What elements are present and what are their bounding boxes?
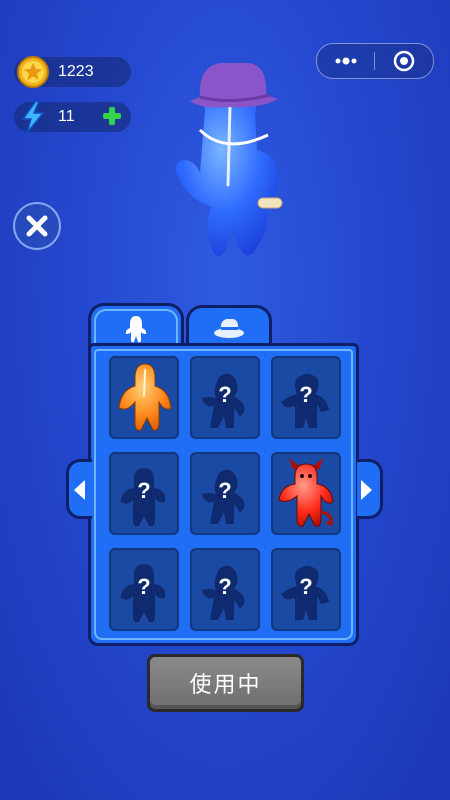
character-slot[interactable]: ? [271, 548, 341, 631]
plus-icon[interactable] [99, 103, 125, 129]
arrow-right-icon [361, 480, 372, 500]
character-slot[interactable]: ? [271, 356, 341, 439]
more-dots-icon[interactable] [331, 44, 361, 78]
use-button-label: 使用中 [189, 673, 262, 698]
use-button[interactable]: 使用中 [147, 654, 304, 712]
character-slot[interactable]: ? [109, 452, 179, 535]
lightning-icon [21, 100, 45, 134]
energy-counter: 11 [14, 100, 131, 134]
orange-character-icon [118, 363, 172, 431]
capsule-divider [374, 52, 375, 70]
next-page-button[interactable] [357, 459, 383, 519]
character-icon [125, 316, 147, 343]
character-slot[interactable]: ? [190, 548, 260, 631]
target-circle-icon[interactable] [389, 44, 419, 78]
locked-label: ? [299, 574, 313, 599]
character-slot[interactable]: ? [190, 356, 260, 439]
locked-label: ? [218, 478, 232, 503]
character-slot[interactable] [271, 452, 341, 535]
locked-label: ? [137, 574, 151, 599]
hat-icon [214, 319, 244, 338]
energy-value: 11 [58, 108, 75, 125]
locked-label: ? [299, 382, 313, 407]
character-slot[interactable] [109, 356, 179, 439]
coins-value: 1223 [58, 63, 94, 80]
character-slot[interactable]: ? [109, 548, 179, 631]
star-coin-icon [17, 56, 49, 88]
arrow-left-icon [74, 480, 85, 500]
locked-label: ? [137, 478, 151, 503]
locked-label: ? [218, 382, 232, 407]
window-capsule [316, 43, 434, 79]
close-x-icon [26, 215, 48, 237]
coins-counter: 1223 [14, 56, 131, 88]
locked-label: ? [218, 574, 232, 599]
prev-page-button[interactable] [66, 459, 92, 519]
close-button[interactable] [13, 202, 61, 250]
red-devil-character-icon [278, 458, 334, 527]
character-slot[interactable]: ? [190, 452, 260, 535]
character-preview [175, 63, 283, 257]
